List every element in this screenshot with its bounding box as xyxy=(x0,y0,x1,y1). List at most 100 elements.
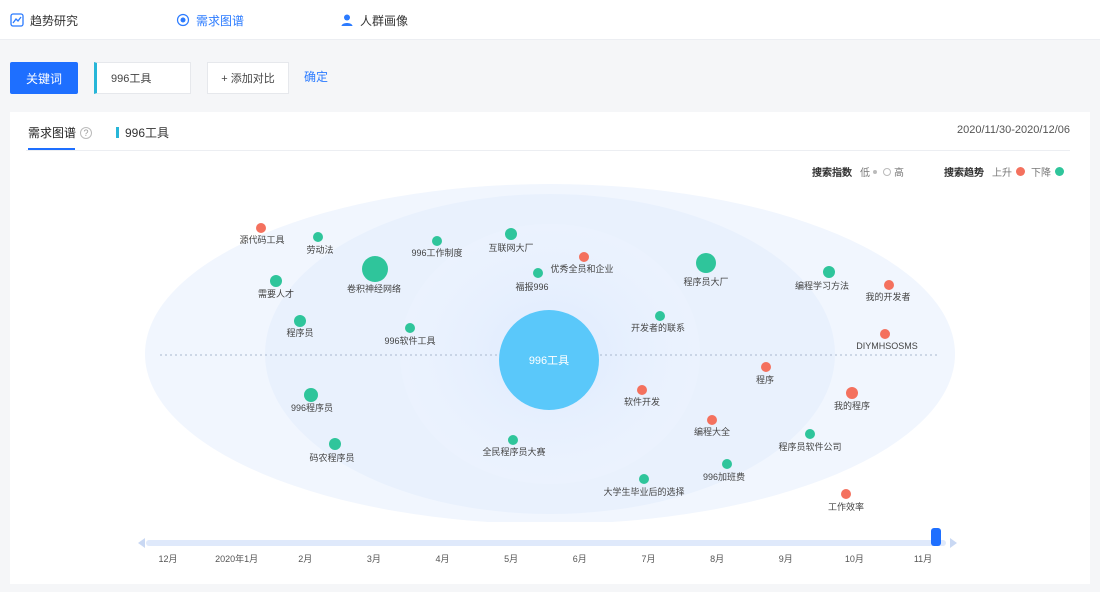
graph-node[interactable] xyxy=(722,459,732,469)
timeline-tick: 9月 xyxy=(778,554,793,564)
graph-node-label: 互联网大厂 xyxy=(488,242,533,253)
timeline-track[interactable] xyxy=(146,540,946,546)
graph-node-label: 优秀全员和企业 xyxy=(550,263,613,274)
timeline-tick: 2月 xyxy=(298,554,313,564)
demand-graph: 源代码工具劳动法卷积神经网络 996工作制度需要人才 互联网大厂程序员 福报996优秀… xyxy=(145,184,955,522)
divider xyxy=(26,150,1070,151)
graph-node-label: 编程大全 xyxy=(694,426,730,437)
legend-title: 搜索指数 xyxy=(812,168,852,179)
graph-node[interactable] xyxy=(884,280,894,290)
graph-node[interactable] xyxy=(639,474,649,484)
graph-node-label: 工作效率 xyxy=(828,501,864,512)
top-nav: 趋势研究 需求图谱 人群画像 xyxy=(0,0,1100,40)
graph-node[interactable] xyxy=(846,387,858,399)
legend-up: 上升 xyxy=(992,164,1025,179)
graph-node-label: 大学生毕业后的选择 xyxy=(603,486,684,497)
timeline-tick: 6月 xyxy=(572,554,587,564)
graph-node[interactable] xyxy=(841,489,851,499)
graph-node-label: 码农程序员 xyxy=(309,452,354,463)
timeline-tick: 4月 xyxy=(435,554,450,564)
nav-item-trend[interactable]: 趋势研究 xyxy=(10,10,78,30)
graph-node-label: 程序员 xyxy=(286,327,313,338)
graph-node-label: 编程学习方法 xyxy=(795,280,849,291)
nav-label: 需求图谱 xyxy=(196,13,245,28)
chart-icon xyxy=(10,13,24,27)
tab-demand-graph[interactable]: 需求图谱 ? xyxy=(28,124,93,141)
confirm-link[interactable]: 确定 xyxy=(304,68,328,85)
graph-node[interactable] xyxy=(329,438,341,450)
graph-node-label: 福报996 xyxy=(515,281,548,292)
graph-node[interactable] xyxy=(313,232,323,242)
nav-item-persona[interactable]: 人群画像 xyxy=(340,10,408,30)
timeline-slider[interactable]: 12月 2020年1月 2月 3月 4月 5月 6月 7月 8月 9月 10月 11月 xyxy=(138,528,958,574)
graph-node[interactable] xyxy=(696,253,716,273)
tab-keyword-label: 996工具 xyxy=(125,126,170,140)
legend-down: 下降 xyxy=(1031,164,1064,179)
keyword-button[interactable]: 关键词 xyxy=(10,62,78,94)
user-icon xyxy=(340,13,354,27)
graph-node-label: 全民程序员大赛 xyxy=(482,446,545,457)
ring-icon xyxy=(883,167,891,176)
nav-item-demand-graph[interactable]: 需求图谱 xyxy=(176,10,244,30)
keyword-input[interactable]: 996工具 xyxy=(94,62,191,94)
timeline-left-arrow[interactable] xyxy=(138,538,145,548)
timeline-tick: 7月 xyxy=(641,554,656,564)
legend-title: 搜索趋势 xyxy=(944,168,984,179)
legend-search-index: 搜索指数 低 高 xyxy=(812,164,910,179)
graph-node[interactable] xyxy=(761,362,771,372)
timeline-tick: 10月 xyxy=(844,554,864,564)
legend-search-trend: 搜索趋势 上升 下降 xyxy=(944,164,1070,179)
graph-node[interactable] xyxy=(270,275,282,287)
graph-node-label: 程序员软件公司 xyxy=(778,441,841,452)
timeline-tick: 12月 xyxy=(158,554,178,564)
nav-label: 趋势研究 xyxy=(30,13,79,28)
graph-node-label: 源代码工具 xyxy=(239,235,284,245)
graph-node[interactable] xyxy=(508,435,518,445)
legend-low: 低 高 xyxy=(860,167,904,179)
graph-node-label: 劳动法 xyxy=(306,244,333,255)
graph-node-label: 软件开发 xyxy=(624,396,660,407)
timeline-handle[interactable] xyxy=(931,528,941,546)
timeline-tick: 3月 xyxy=(366,554,381,564)
graph-node[interactable] xyxy=(823,266,835,278)
graph-node[interactable] xyxy=(294,315,306,327)
graph-node[interactable] xyxy=(533,268,543,278)
graph-node[interactable] xyxy=(505,228,517,240)
date-range: 2020/11/30-2020/12/06 xyxy=(957,124,1070,136)
add-compare-button[interactable]: + 添加对比 xyxy=(207,62,289,94)
help-icon[interactable]: ? xyxy=(80,126,93,139)
timeline-right-arrow[interactable] xyxy=(950,538,957,548)
graph-icon xyxy=(176,13,190,27)
graph-node[interactable] xyxy=(432,236,442,246)
graph-node-label: 我的开发者 xyxy=(865,291,910,302)
main-panel: 需求图谱 ? 996工具 2020/11/30-2020/12/06 搜索指数 … xyxy=(10,112,1090,584)
graph-node[interactable] xyxy=(362,256,388,282)
center-label: 996工具 xyxy=(529,354,569,367)
graph-node[interactable] xyxy=(637,385,647,395)
nav-label: 人群画像 xyxy=(360,13,409,28)
graph-node-label: 996软件工具 xyxy=(384,335,435,346)
graph-node[interactable] xyxy=(579,252,589,262)
graph-node-label: 程序员大厂 xyxy=(683,276,728,287)
tab-label: 需求图谱 xyxy=(28,126,77,140)
up-dot-icon xyxy=(1016,167,1025,176)
timeline-tick: 5月 xyxy=(504,554,519,564)
tab-keyword[interactable]: 996工具 xyxy=(116,124,169,141)
graph-node[interactable] xyxy=(304,388,318,402)
keyword-marker xyxy=(116,127,119,138)
graph-node[interactable] xyxy=(707,415,717,425)
graph-node[interactable] xyxy=(405,323,415,333)
timeline-tick: 2020年1月 xyxy=(215,554,259,564)
timeline-tick: 11月 xyxy=(913,554,933,564)
graph-node[interactable] xyxy=(805,429,815,439)
graph-node-label: DIYMHSOSMS xyxy=(856,341,918,351)
down-dot-icon xyxy=(1055,167,1064,176)
graph-node-label: 996工作制度 xyxy=(411,247,462,258)
graph-node[interactable] xyxy=(655,311,665,321)
graph-node-label: 需要人才 xyxy=(258,288,294,299)
graph-node[interactable] xyxy=(880,329,890,339)
graph-node-label: 程序 xyxy=(756,374,774,385)
graph-node[interactable] xyxy=(256,223,266,233)
graph-node-label: 卷积神经网络 xyxy=(347,283,401,294)
graph-node-label: 996加班费 xyxy=(703,471,745,482)
